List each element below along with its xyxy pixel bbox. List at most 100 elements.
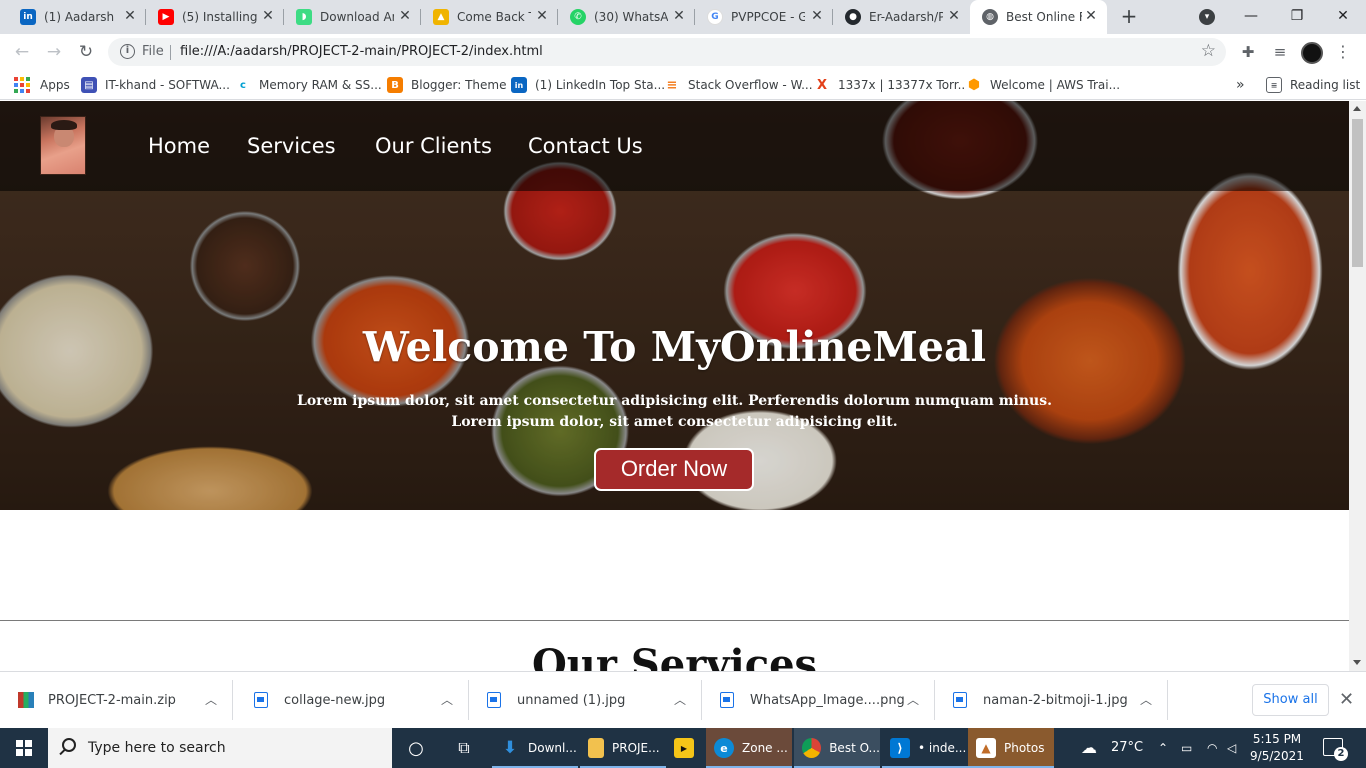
- page-scrollbar[interactable]: [1349, 101, 1366, 671]
- itkhand-icon: ▤: [81, 77, 97, 93]
- tab-come-back[interactable]: ▲ Come Back To ✕: [421, 0, 558, 34]
- close-tab-icon[interactable]: ✕: [534, 8, 550, 24]
- scheme-label: File: [142, 44, 164, 59]
- close-window-button[interactable]: ✕: [1320, 0, 1366, 34]
- reload-icon[interactable]: ↻: [74, 40, 98, 64]
- close-tab-icon[interactable]: ✕: [122, 8, 138, 24]
- taskbar-app-project-folder[interactable]: PROJE...: [580, 728, 666, 768]
- bookmarks-overflow-chevron-icon[interactable]: »: [1236, 76, 1245, 94]
- restore-button[interactable]: ❐: [1274, 0, 1320, 34]
- tab-linkedin[interactable]: in (1) Aadarsh D ✕: [0, 0, 146, 34]
- tab-google[interactable]: G PVPPCOE - Gc ✕: [695, 0, 833, 34]
- back-arrow-icon[interactable]: ←: [10, 40, 34, 64]
- bookmark-aws[interactable]: ⬢ Welcome | AWS Trai...: [966, 76, 1120, 94]
- forward-arrow-icon[interactable]: →: [42, 40, 66, 64]
- order-now-button[interactable]: Order Now: [594, 448, 754, 491]
- temperature-readout[interactable]: 27°C: [1111, 728, 1143, 768]
- weather-cloud-icon[interactable]: ☁: [1081, 728, 1097, 768]
- hero-title: Welcome To MyOnlineMeal: [362, 323, 987, 371]
- github-icon: ●: [845, 9, 861, 25]
- more-menu-icon[interactable]: ⋮: [1335, 41, 1351, 63]
- taskbar-app-player[interactable]: ▶: [668, 728, 704, 768]
- taskbar-app-vscode[interactable]: ⟩ • inde...: [882, 728, 968, 768]
- downloads-shelf: PROJECT-2-main.zip ︿ collage-new.jpg ︿ u…: [0, 671, 1366, 728]
- bookmark-blogger[interactable]: B Blogger: Theme: [387, 76, 507, 94]
- photos-icon: ▲: [976, 738, 996, 758]
- chevron-up-icon[interactable]: ︿: [205, 691, 217, 708]
- taskbar-search-box[interactable]: Type here to search: [48, 728, 392, 768]
- tab-search-icon[interactable]: ▾: [1199, 9, 1215, 25]
- media-queue-icon[interactable]: ≡: [1270, 42, 1290, 62]
- hero-subtitle: Lorem ipsum dolor, sit amet consectetur …: [0, 391, 1349, 433]
- download-item[interactable]: WhatsApp_Image....png ︿: [702, 672, 935, 729]
- bookmark-label: IT-khand - SOFTWA...: [105, 78, 230, 92]
- bookmark-label: (1) LinkedIn Top Sta...: [535, 78, 666, 92]
- bookmark-itkhand[interactable]: ▤ IT-khand - SOFTWA...: [81, 76, 230, 94]
- hero-subtitle-line-2: Lorem ipsum dolor, sit amet consectetur …: [451, 414, 898, 430]
- address-bar[interactable]: i File file:///A:/aadarsh/PROJECT-2-main…: [108, 38, 1226, 66]
- download-item[interactable]: collage-new.jpg ︿: [236, 672, 469, 729]
- url-text[interactable]: file:///A:/aadarsh/PROJECT-2-main/PROJEC…: [180, 44, 543, 59]
- tab-title: (5) Installing A: [182, 10, 258, 24]
- site-logo-avatar[interactable]: [40, 116, 86, 175]
- taskbar-app-label: Zone ...: [742, 741, 788, 755]
- tab-youtube[interactable]: ▶ (5) Installing A ✕: [146, 0, 284, 34]
- bookmark-star-icon[interactable]: ☆: [1201, 41, 1216, 61]
- bookmark-1337x[interactable]: X 1337x | 13377x Torr...: [814, 76, 969, 94]
- start-button[interactable]: [0, 728, 48, 768]
- chevron-up-icon[interactable]: ︿: [907, 691, 919, 708]
- close-icon[interactable]: ✕: [1339, 689, 1354, 710]
- image-file-icon: [487, 692, 501, 708]
- taskbar-app-chrome[interactable]: Best O...: [794, 728, 880, 768]
- battery-icon[interactable]: ▭: [1181, 728, 1192, 768]
- profile-avatar[interactable]: [1301, 42, 1323, 64]
- wifi-icon[interactable]: ◠: [1207, 728, 1217, 768]
- edge-icon: e: [714, 738, 734, 758]
- download-item[interactable]: unnamed (1).jpg ︿: [469, 672, 702, 729]
- notification-center-icon[interactable]: 2: [1323, 738, 1348, 761]
- search-placeholder: Type here to search: [88, 740, 226, 756]
- chevron-up-icon[interactable]: ︿: [674, 691, 686, 708]
- tab-android[interactable]: ◗ Download An ✕: [284, 0, 421, 34]
- close-tab-icon[interactable]: ✕: [809, 8, 825, 24]
- nav-home-link[interactable]: Home: [148, 134, 210, 158]
- tab-best-online-food[interactable]: ◍ Best Online Fo ✕: [970, 0, 1107, 34]
- task-view-icon[interactable]: ⧉: [452, 728, 476, 768]
- scroll-down-arrow-icon[interactable]: [1353, 660, 1361, 665]
- folder-icon: [588, 738, 604, 758]
- info-icon[interactable]: i: [120, 44, 135, 59]
- divider: [232, 680, 233, 720]
- bookmark-apps[interactable]: Apps: [14, 76, 70, 94]
- volume-icon[interactable]: ◁: [1227, 728, 1236, 768]
- show-all-button[interactable]: Show all: [1252, 684, 1329, 716]
- cortana-circle-icon[interactable]: ○: [404, 728, 428, 768]
- bookmark-memory-ram[interactable]: c Memory RAM & SS...: [235, 76, 382, 94]
- nav-services-link[interactable]: Services: [247, 134, 336, 158]
- close-tab-icon[interactable]: ✕: [260, 8, 276, 24]
- scroll-up-arrow-icon[interactable]: [1353, 106, 1361, 111]
- new-tab-button[interactable]: +: [1118, 6, 1140, 28]
- download-item[interactable]: PROJECT-2-main.zip ︿: [0, 672, 233, 729]
- close-tab-icon[interactable]: ✕: [1083, 8, 1099, 24]
- chevron-up-icon[interactable]: ︿: [1140, 691, 1152, 708]
- tab-whatsapp[interactable]: ✆ (30) WhatsAp ✕: [558, 0, 695, 34]
- extensions-puzzle-icon[interactable]: ✚: [1238, 42, 1258, 62]
- download-item[interactable]: naman-2-bitmoji-1.jpg ︿: [935, 672, 1168, 729]
- chevron-up-icon[interactable]: ︿: [441, 691, 453, 708]
- minimize-button[interactable]: —: [1228, 0, 1274, 34]
- nav-contact-us-link[interactable]: Contact Us: [528, 134, 643, 158]
- taskbar-app-downloads[interactable]: ⬇ Downl...: [492, 728, 578, 768]
- close-tab-icon[interactable]: ✕: [671, 8, 687, 24]
- chevron-up-icon[interactable]: ⌃: [1158, 728, 1168, 768]
- close-tab-icon[interactable]: ✕: [946, 8, 962, 24]
- bookmark-stackoverflow[interactable]: ≡ Stack Overflow - W...: [664, 76, 813, 94]
- taskbar-app-edge[interactable]: e Zone ...: [706, 728, 792, 768]
- tab-github[interactable]: ● Er-Aadarsh/Pl ✕: [833, 0, 970, 34]
- scrollbar-thumb[interactable]: [1352, 119, 1363, 267]
- nav-our-clients-link[interactable]: Our Clients: [375, 134, 492, 158]
- close-tab-icon[interactable]: ✕: [397, 8, 413, 24]
- bookmark-linkedin[interactable]: in (1) LinkedIn Top Sta...: [511, 76, 665, 94]
- system-clock[interactable]: 5:15 PM 9/5/2021: [1242, 731, 1312, 765]
- reading-list-button[interactable]: ≡ Reading list: [1266, 76, 1360, 94]
- taskbar-app-photos[interactable]: ▲ Photos: [968, 728, 1054, 768]
